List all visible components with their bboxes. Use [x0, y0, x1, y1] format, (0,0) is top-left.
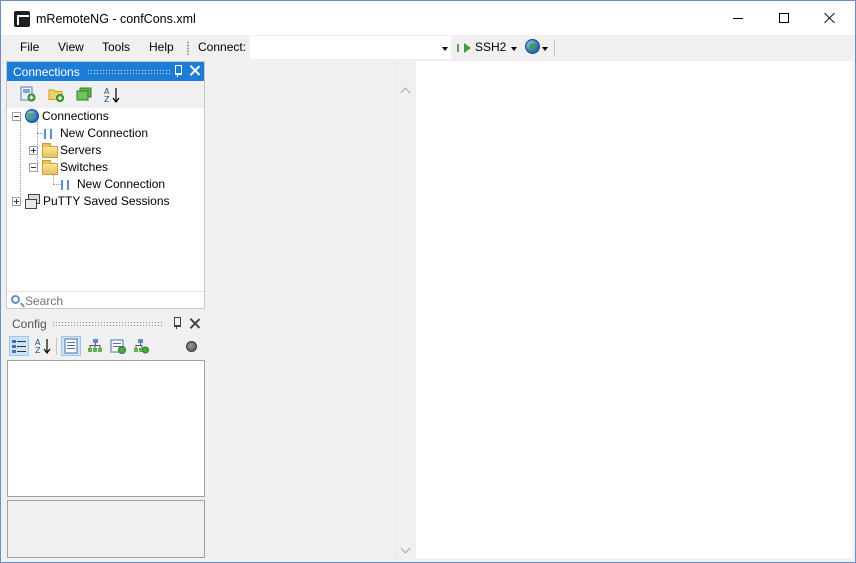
panel-grip[interactable]: [52, 321, 164, 326]
protocol-dropdown-icon[interactable]: [511, 47, 517, 51]
quick-connect-input[interactable]: [250, 36, 451, 59]
menu-view[interactable]: View: [58, 40, 84, 54]
vertical-scrollbar[interactable]: [395, 61, 415, 558]
putty-icon: [25, 194, 40, 209]
new-folder-icon[interactable]: [48, 86, 64, 102]
tree-item-new-connection[interactable]: New Connection: [7, 125, 204, 142]
tree-item-label: New Connection: [77, 177, 166, 191]
property-help-area: [7, 500, 205, 558]
close-panel-icon[interactable]: [189, 65, 200, 76]
minimize-icon: [733, 17, 743, 19]
view-screens-icon[interactable]: [76, 86, 92, 102]
default-inheritance-icon[interactable]: [133, 338, 149, 354]
tree-item-servers[interactable]: Servers: [7, 142, 204, 159]
expand-icon[interactable]: [29, 146, 38, 155]
close-icon: [824, 12, 836, 24]
connections-panel-header[interactable]: Connections: [7, 62, 204, 81]
search-icon: [11, 295, 20, 304]
connection-icon: [44, 129, 52, 139]
property-grid[interactable]: [7, 360, 205, 497]
tree-search-input[interactable]: [25, 293, 200, 308]
folder-open-icon: [42, 160, 58, 175]
default-properties-icon[interactable]: [110, 338, 126, 354]
host-status-icon[interactable]: [186, 341, 197, 352]
menu-tools[interactable]: Tools: [102, 40, 130, 54]
tree-item-label: New Connection: [60, 126, 149, 140]
collapse-icon[interactable]: [29, 163, 38, 172]
toolbar-grip[interactable]: [187, 41, 189, 55]
globe-icon: [25, 109, 39, 123]
panel-grip[interactable]: [87, 69, 171, 74]
menu-help[interactable]: Help: [149, 40, 174, 54]
tree-item-putty-sessions[interactable]: PuTTY Saved Sessions: [7, 193, 204, 210]
mremoteng-app-icon: [14, 11, 30, 27]
menu-bar: File View Tools Help Connect: SSH2: [1, 35, 855, 60]
scroll-up-icon[interactable]: [400, 87, 411, 98]
svg-text:Z: Z: [104, 95, 110, 104]
tree-item-label: Switches: [60, 160, 109, 174]
tree-item-switches[interactable]: Switches: [7, 159, 204, 176]
folder-icon: [42, 143, 58, 158]
toolbar-separator: [56, 338, 57, 355]
connections-tree[interactable]: Connections New Connection Servers Switc…: [7, 108, 204, 292]
app-window: mRemoteNG - confCons.xml File View Tools…: [0, 0, 856, 563]
categorized-view-button[interactable]: [9, 336, 29, 356]
close-window-button[interactable]: [807, 1, 853, 35]
tree-item-label: Connections: [42, 109, 109, 123]
connections-panel: Connections AZ Connections New Connectio…: [6, 61, 205, 309]
window-title: mRemoteNG - confCons.xml: [36, 12, 196, 26]
tree-item-connections-root[interactable]: Connections: [7, 108, 204, 125]
config-toolbar: AZ: [6, 334, 205, 359]
config-panel-title: Config: [12, 317, 47, 331]
globe-icon[interactable]: [525, 39, 540, 54]
close-panel-icon[interactable]: [189, 318, 200, 329]
sort-az-icon[interactable]: AZ: [103, 86, 121, 104]
connections-panel-title: Connections: [13, 65, 80, 79]
connection-icon: [61, 180, 69, 190]
tree-search-box[interactable]: [7, 291, 204, 308]
svg-text:Z: Z: [35, 346, 41, 355]
document-area: [208, 61, 395, 558]
config-panel-header[interactable]: Config: [6, 312, 205, 334]
config-panel: Config AZ: [6, 312, 205, 558]
tree-item-switches-new-connection[interactable]: New Connection: [7, 176, 204, 193]
menu-file[interactable]: File: [20, 40, 39, 54]
connections-toolbar: AZ: [7, 81, 204, 108]
pin-icon[interactable]: [173, 65, 183, 77]
maximize-icon: [779, 13, 789, 23]
sort-az-icon[interactable]: AZ: [34, 337, 52, 355]
pin-icon[interactable]: [172, 317, 182, 329]
new-connection-icon[interactable]: [20, 86, 36, 102]
toolbar-separator: [554, 40, 555, 56]
minimize-button[interactable]: [715, 1, 761, 35]
collapse-icon[interactable]: [12, 112, 21, 121]
protocol-selector[interactable]: SSH2: [475, 40, 506, 54]
tree-item-label: PuTTY Saved Sessions: [43, 194, 170, 208]
scroll-down-icon[interactable]: [400, 543, 411, 554]
main-content-area[interactable]: [416, 61, 853, 558]
ssh-protocol-icon[interactable]: [457, 43, 471, 53]
properties-button[interactable]: [61, 336, 81, 356]
tree-item-label: Servers: [60, 143, 102, 157]
maximize-button[interactable]: [761, 1, 807, 35]
expand-icon[interactable]: [12, 197, 21, 206]
quick-connect-label: Connect:: [198, 40, 247, 54]
title-bar[interactable]: mRemoteNG - confCons.xml: [1, 1, 855, 35]
inheritance-icon[interactable]: [87, 338, 103, 354]
globe-dropdown-icon[interactable]: [542, 47, 548, 51]
quick-connect-dropdown-icon[interactable]: [442, 47, 448, 51]
